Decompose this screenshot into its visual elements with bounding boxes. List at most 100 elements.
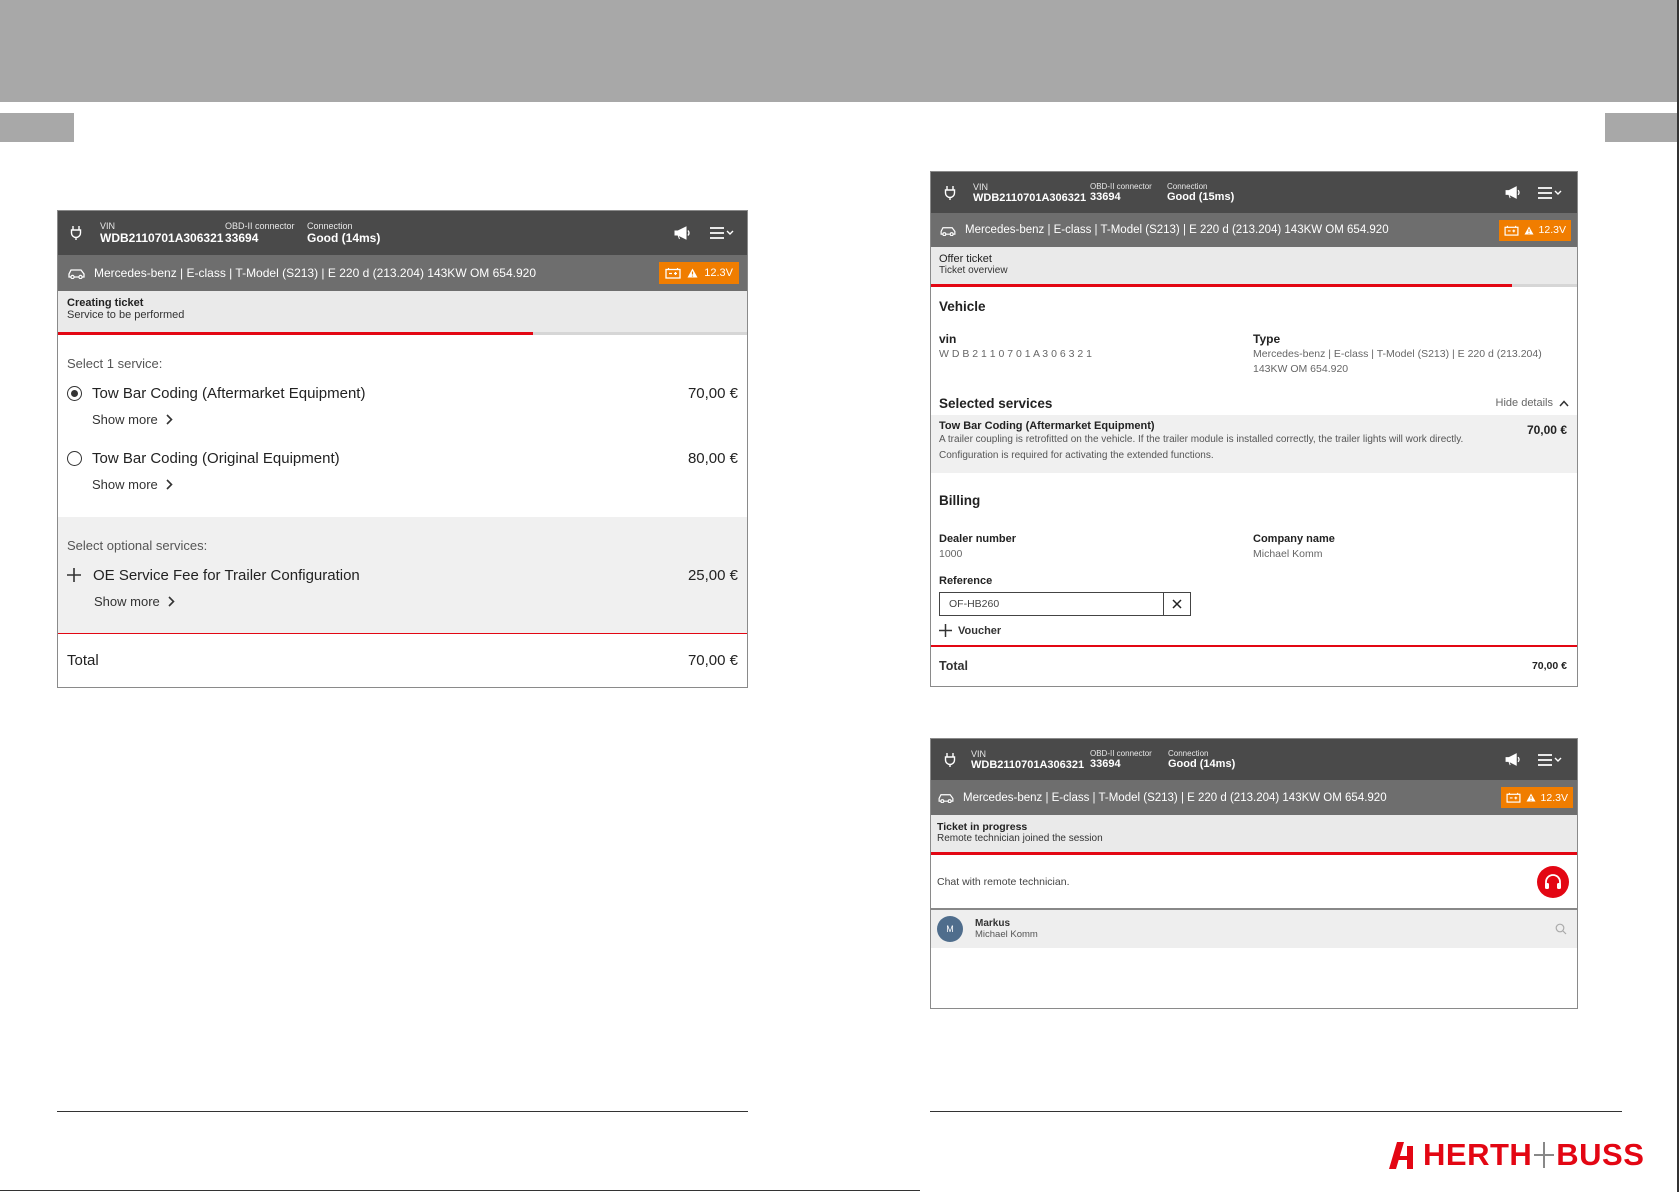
show-more-link[interactable]: Show more [92,411,738,431]
progress-bar [58,332,534,335]
service-option-1[interactable]: Tow Bar Coding (Aftermarket Equipment) 7… [67,384,738,402]
reference-label: Reference [939,575,993,587]
show-more-link[interactable]: Show more [92,476,738,496]
reference-input[interactable]: OF-HB260 [940,593,1164,615]
radio-selected[interactable] [67,385,82,401]
connection-label: Connection [1167,182,1208,191]
show-more-label: Show more [92,477,158,492]
total-label: Total [67,652,99,669]
vin-label: VIN [971,748,987,759]
optional-services: Select optional services: OE Service Fee… [58,517,747,634]
status-title: Creating ticket [67,297,144,309]
header-actions [1505,186,1563,200]
battery-badge: 12.3V [659,262,739,284]
menu-icon[interactable] [709,226,735,240]
chevron-right-icon [168,596,175,607]
obd-value: 33694 [1090,758,1121,770]
total-value: 70,00 € [687,652,738,669]
warning-icon [1524,225,1534,235]
search-icon[interactable] [1555,923,1567,935]
total-label: Total [939,659,968,673]
radio-unselected[interactable] [67,450,82,466]
show-more-label: Show more [94,594,160,609]
connection-value: Good (14ms) [1168,758,1236,770]
selected-services-header: Selected services Hide details [931,391,1577,415]
megaphone-icon[interactable] [1505,186,1521,199]
contact-name: Markus [975,918,1011,929]
company-value: Michael Komm [1253,548,1323,560]
menu-icon[interactable] [1537,186,1563,200]
creating-ticket-panel: VIN WDB2110701A306321 OBD-II connector 3… [57,210,748,688]
megaphone-icon[interactable] [674,226,691,240]
service-list: Select 1 service: Tow Bar Coding (Afterm… [58,335,747,517]
status-bar: Ticket in progress Remote technician joi… [931,815,1577,855]
plug-icon [942,752,958,768]
vin-label: VIN [100,221,116,231]
megaphone-icon[interactable] [1505,753,1521,766]
connection-label: Connection [1168,749,1209,758]
progress-bar [931,852,1577,855]
total-value: 70,00 € [1531,660,1567,672]
optional-service-item[interactable]: OE Service Fee for Trailer Configuration… [67,566,738,584]
obd-block: OBD-II connector 33694 [1090,182,1167,203]
page-bottom-rule [0,1190,920,1191]
optional-service-name: OE Service Fee for Trailer Configuration [93,566,360,584]
vin-block: VIN WDB2110701A306321 [973,182,1090,204]
show-more-link[interactable]: Show more [94,593,738,613]
offer-ticket-panel: VIN WDB2110701A306321 OBD-II connector 3… [930,171,1578,687]
connection-block: Connection Good (15ms) [1167,182,1234,203]
battery-voltage: 12.3V [1540,791,1568,804]
ticket-in-progress-panel: VIN WDB2110701A306321 OBD-II connector 3… [930,738,1578,1009]
chat-row: Chat with remote technician. [931,855,1577,910]
menu-icon[interactable] [1537,753,1563,767]
type-field-line2: 143KW OM 654.920 [1253,363,1349,375]
plus-icon[interactable] [67,568,81,582]
vehicle-bar: Mercedes-benz | E-class | T-Model (S213)… [58,255,747,291]
type-field-line1: Mercedes-benz | E-class | T-Model (S213)… [1253,348,1542,360]
hide-details-link[interactable]: Hide details [1496,397,1569,409]
total-row: Total 70,00 € [931,647,1577,685]
clear-icon[interactable] [1164,599,1190,609]
vehicle-description: Mercedes-benz | E-class | T-Model (S213)… [963,791,1387,804]
vin-label: VIN [973,181,989,192]
total-row: Total 70,00 € [58,634,747,687]
plus-icon [939,624,952,637]
footer-rule-right [930,1111,1622,1112]
billing-section: Billing Dealer number 1000 Company name … [931,473,1577,647]
show-more-label: Show more [92,412,158,427]
contact-subtitle: Michael Komm [975,929,1038,940]
reference-field[interactable]: OF-HB260 [939,592,1191,616]
vin-field-label: vin [939,332,957,346]
obd-value: 33694 [1090,191,1121,203]
battery-icon [1506,792,1521,803]
top-band [0,0,1679,102]
contact-row[interactable]: M Markus Michael Komm [931,910,1577,948]
connection-block: Connection Good (14ms) [307,221,380,245]
service-option-2[interactable]: Tow Bar Coding (Original Equipment) 80,0… [67,449,738,467]
select-service-label: Select 1 service: [67,356,163,371]
vci-header: VIN WDB2110701A306321 OBD-II connector 3… [931,172,1577,213]
status-title: Offer ticket [939,253,992,265]
selected-services-heading: Selected services [939,395,1053,411]
company-label: Company name [1253,533,1335,545]
selected-service-desc: A trailer coupling is retrofitted on the… [939,434,1464,461]
vin-block: VIN WDB2110701A306321 [100,221,225,245]
connection-block: Connection Good (14ms) [1168,749,1235,770]
vin-value: WDB2110701A306321 [971,758,1085,771]
logo-word-1: HERTH [1423,1137,1533,1172]
headset-button[interactable] [1537,865,1569,898]
vin-field: vin W D B 2 1 1 0 7 0 1 A 3 0 6 3 2 1 [939,332,1092,360]
dealer-value: 1000 [939,548,963,560]
voucher-button[interactable]: Voucher [939,624,1001,637]
voucher-label: Voucher [958,624,1002,637]
headset-icon [1545,873,1561,889]
car-icon [937,792,955,803]
warning-icon [1526,793,1536,802]
vehicle-bar: Mercedes-benz | E-class | T-Model (S213)… [931,780,1577,815]
optional-service-price: 25,00 € [687,566,738,584]
chat-label: Chat with remote technician. [937,875,1070,888]
status-bar: Creating ticket Service to be performed [58,291,747,335]
service-price: 70,00 € [687,384,738,402]
connection-value: Good (15ms) [1167,191,1235,203]
vehicle-heading: Vehicle [939,299,986,314]
